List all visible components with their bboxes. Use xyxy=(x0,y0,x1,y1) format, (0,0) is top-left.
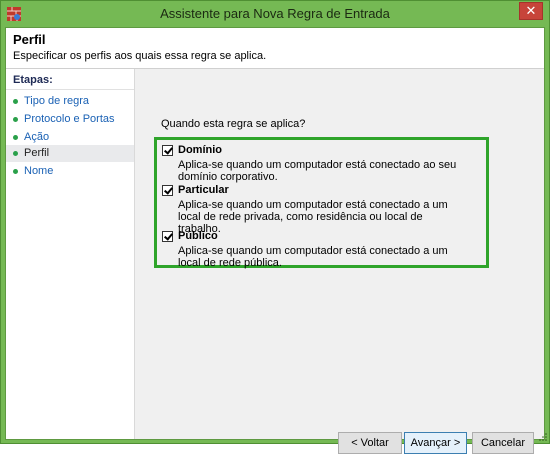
step-nome[interactable]: Nome xyxy=(6,163,134,180)
step-tipo-de-regra[interactable]: Tipo de regra xyxy=(6,93,134,110)
window-title: Assistente para Nova Regra de Entrada xyxy=(160,6,390,21)
page-title: Perfil xyxy=(13,32,46,47)
back-button[interactable]: < Voltar xyxy=(338,432,402,454)
step-label: Nome xyxy=(24,165,54,177)
step-label: Ação xyxy=(24,131,50,143)
bullet-dot-icon xyxy=(13,151,18,156)
step-perfil[interactable]: Perfil xyxy=(6,145,134,162)
wizard-client-area: Perfil Especificar os perfis aos quais e… xyxy=(5,27,545,454)
dominio-checkbox[interactable] xyxy=(162,145,173,156)
step-label: Perfil xyxy=(24,147,50,159)
bullet-dot-icon xyxy=(13,117,18,122)
option-description: Aplica-se quando um computador está cone… xyxy=(178,159,457,183)
close-button[interactable]: ✕ xyxy=(519,2,543,20)
page-header: Perfil Especificar os perfis aos quais e… xyxy=(6,28,544,69)
question-label: Quando esta regra se aplica? xyxy=(161,118,306,130)
option-description: Aplica-se quando um computador está cone… xyxy=(178,245,448,269)
option-title[interactable]: Particular xyxy=(178,184,229,196)
bullet-dot-icon xyxy=(13,135,18,140)
step-protocolo-e-portas[interactable]: Protocolo e Portas xyxy=(6,111,134,128)
main-panel: Quando esta regra se aplica? Domínio Apl… xyxy=(135,69,544,454)
wizard-window: Assistente para Nova Regra de Entrada ✕ … xyxy=(0,0,550,454)
title-bar[interactable]: Assistente para Nova Regra de Entrada ✕ xyxy=(1,1,549,27)
bullet-dot-icon xyxy=(13,169,18,174)
close-icon: ✕ xyxy=(525,3,537,18)
option-title[interactable]: Público xyxy=(178,230,218,242)
resize-grip-icon[interactable] xyxy=(539,433,547,441)
option-description: Aplica-se quando um computador está cone… xyxy=(178,199,448,235)
step-acao[interactable]: Ação xyxy=(6,129,134,146)
steps-label: Etapas: xyxy=(6,74,134,90)
page-subtitle: Especificar os perfis aos quais essa reg… xyxy=(13,50,267,62)
step-label: Tipo de regra xyxy=(24,95,90,107)
step-label: Protocolo e Portas xyxy=(24,113,115,125)
next-button[interactable]: Avançar > xyxy=(404,432,467,454)
particular-checkbox[interactable] xyxy=(162,185,173,196)
steps-sidebar: Etapas: Tipo de regra Protocolo e Portas… xyxy=(6,69,135,439)
bullet-dot-icon xyxy=(13,99,18,104)
publico-checkbox[interactable] xyxy=(162,231,173,242)
cancel-button[interactable]: Cancelar xyxy=(472,432,534,454)
option-title[interactable]: Domínio xyxy=(178,144,222,156)
